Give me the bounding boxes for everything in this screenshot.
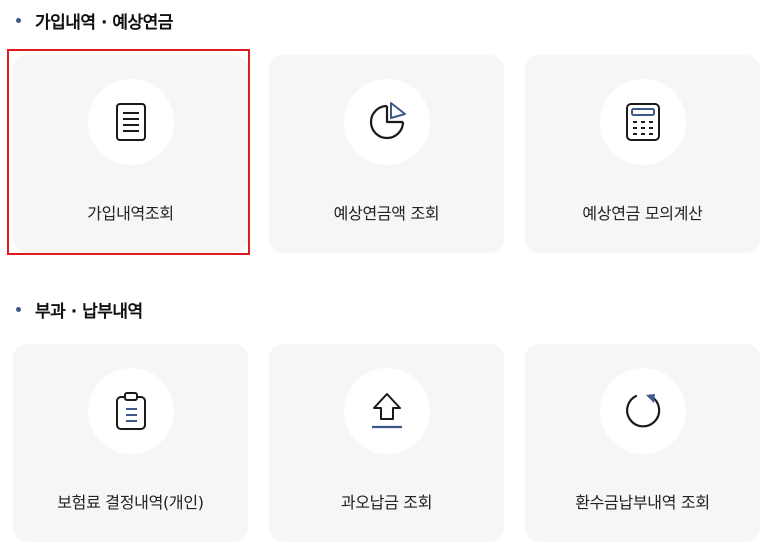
card-pension-simulation[interactable]: 예상연금 모의계산 xyxy=(525,55,760,253)
clipboard-icon xyxy=(115,392,146,430)
card-label: 예상연금액 조회 xyxy=(333,204,440,223)
bullet-icon xyxy=(16,17,21,23)
icon-circle xyxy=(343,79,430,165)
card-expected-pension[interactable]: 예상연금액 조회 xyxy=(269,55,504,253)
section-title-subscription: 가입내역 · 예상연금 xyxy=(16,8,173,33)
section-title-text: 부과 · 납부내역 xyxy=(35,301,143,322)
pie-chart-icon xyxy=(369,102,406,140)
card-refund-payment[interactable]: 환수금납부내역 조회 xyxy=(525,344,760,542)
icon-circle xyxy=(87,368,174,454)
upload-arrow-icon xyxy=(371,393,402,429)
page-root: 가입내역 · 예상연금 가입내역조회 예상연금액 조회 예상연금 모의계산 부과… xyxy=(0,0,776,554)
card-overpayment[interactable]: 과오납금 조회 xyxy=(269,344,504,542)
icon-circle xyxy=(343,368,430,454)
document-icon xyxy=(115,103,146,141)
card-premium-decision[interactable]: 보험료 결정내역(개인) xyxy=(13,344,248,542)
calculator-icon xyxy=(625,103,660,141)
icon-circle xyxy=(599,368,686,454)
bullet-icon xyxy=(16,306,21,312)
refresh-icon xyxy=(625,394,660,428)
card-subscription-history[interactable]: 가입내역조회 xyxy=(13,55,248,253)
card-label: 가입내역조회 xyxy=(87,204,174,223)
card-label: 보험료 결정내역(개인) xyxy=(57,493,204,512)
card-label: 환수금납부내역 조회 xyxy=(575,493,710,512)
icon-circle xyxy=(599,79,686,165)
section-title-text: 가입내역 · 예상연금 xyxy=(35,12,173,33)
section-title-payment: 부과 · 납부내역 xyxy=(16,297,143,322)
icon-circle xyxy=(87,79,174,165)
card-label: 예상연금 모의계산 xyxy=(582,204,703,223)
card-label: 과오납금 조회 xyxy=(340,493,433,512)
